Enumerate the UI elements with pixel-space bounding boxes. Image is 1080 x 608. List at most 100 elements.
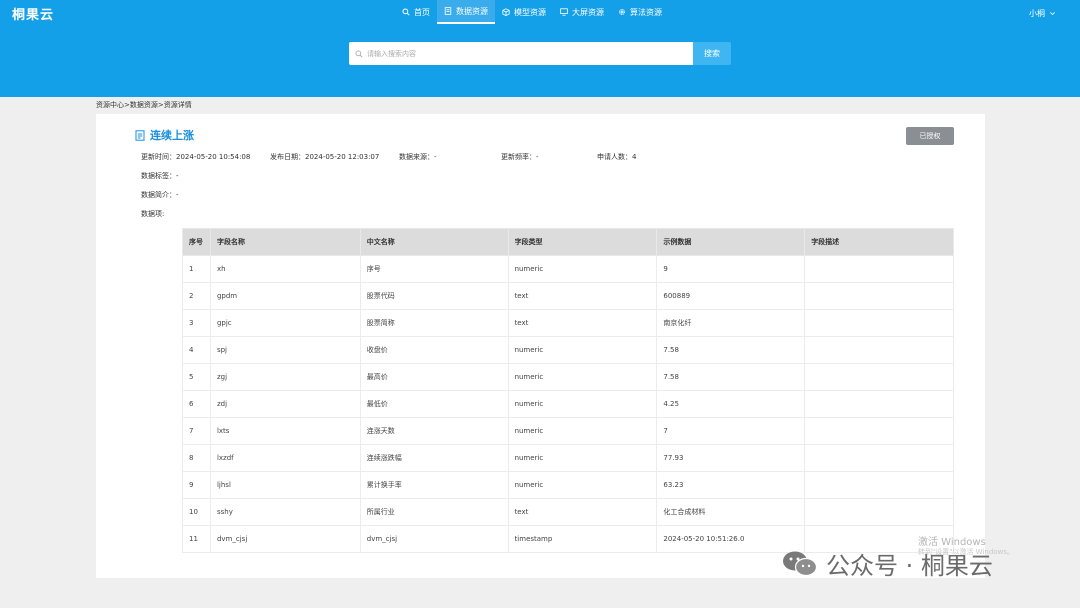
nav-label: 数据资源	[456, 6, 488, 16]
data-source: 数据来源：-	[399, 153, 437, 161]
table-cell: spj	[209, 336, 361, 364]
table-row: 7 lxts 连涨天数 numeric 7	[182, 417, 954, 445]
column-header: 中文名称	[359, 228, 509, 256]
table-cell: 63.23	[656, 471, 806, 499]
table-cell: numeric	[507, 417, 658, 445]
table-cell: 累计换手率	[359, 471, 509, 499]
top-header: 桐果云 首页 数据资源 模型资源 大屏资源 算法资源 小桐 请输入搜索内容 搜索	[0, 0, 1080, 97]
applicant-count: 申请人数：4	[597, 153, 637, 161]
table-cell: zgj	[209, 363, 361, 391]
table-cell: 最高价	[359, 363, 509, 391]
table-cell: 7.58	[656, 363, 806, 391]
chevron-down-icon	[1050, 12, 1055, 16]
table-cell	[804, 309, 954, 337]
cube-icon	[502, 8, 510, 16]
table-row: 8 lxzdf 连续涨跌幅 numeric 77.93	[182, 444, 954, 472]
table-row: 2 gpdm 股票代码 text 600889	[182, 282, 954, 310]
table-cell	[804, 471, 954, 499]
table-cell: 11	[182, 525, 211, 553]
breadcrumb: 资源中心>数据资源>资源详情	[96, 101, 192, 109]
wechat-account-name: 公众号 · 桐果云	[826, 552, 993, 580]
search-box	[349, 42, 693, 65]
table-cell: 8	[182, 444, 211, 472]
column-header: 示例数据	[656, 228, 806, 256]
table-cell: 7	[182, 417, 211, 445]
table-cell: dvm_cjsj	[209, 525, 361, 553]
nav-item-home[interactable]: 首页	[395, 0, 437, 24]
app-logo[interactable]: 桐果云	[12, 4, 54, 23]
data-fields-label: 数据项:	[141, 210, 165, 218]
table-cell: 化工合成材料	[656, 498, 806, 526]
document-icon	[135, 129, 145, 141]
nav-label: 模型资源	[514, 7, 546, 17]
document-icon	[444, 7, 452, 15]
table-cell: 5	[182, 363, 211, 391]
table-cell: 最低价	[359, 390, 509, 418]
table-cell: ljhsl	[209, 471, 361, 499]
table-row: 4 spj 收盘价 numeric 7.58	[182, 336, 954, 364]
nav-item-algorithm-resources[interactable]: 算法资源	[611, 0, 669, 24]
fields-table: 序号 字段名称 中文名称 字段类型 示例数据 字段描述 1 xh 序号 numeric…	[182, 228, 954, 553]
table-cell: 7.58	[656, 336, 806, 364]
table-cell: numeric	[507, 336, 658, 364]
update-frequency: 更新频率：-	[501, 153, 539, 161]
column-header: 字段描述	[804, 228, 954, 256]
table-cell: 股票代码	[359, 282, 509, 310]
page-title: 连续上涨	[150, 129, 194, 142]
table-cell: 4	[182, 336, 211, 364]
search-icon	[402, 8, 410, 16]
column-header: 字段类型	[507, 228, 658, 256]
table-cell: 南京化纤	[656, 309, 806, 337]
table-cell	[804, 336, 954, 364]
table-cell: numeric	[507, 444, 658, 472]
table-cell: sshy	[209, 498, 361, 526]
gear-icon	[619, 9, 625, 15]
table-row: 9 ljhsl 累计换手率 numeric 63.23	[182, 471, 954, 499]
table-cell	[804, 498, 954, 526]
table-cell: xh	[209, 255, 361, 283]
user-name: 小桐	[1029, 9, 1045, 18]
table-cell: text	[507, 498, 658, 526]
table-cell	[804, 255, 954, 283]
search-input[interactable]	[367, 49, 667, 58]
search-icon	[355, 50, 363, 58]
nav-item-screen-resources[interactable]: 大屏资源	[553, 0, 611, 24]
table-cell: 6	[182, 390, 211, 418]
nav-item-model-resources[interactable]: 模型资源	[495, 0, 553, 24]
table-cell: numeric	[507, 471, 658, 499]
table-cell: 连涨天数	[359, 417, 509, 445]
table-cell: 9	[656, 255, 806, 283]
authorized-button[interactable]: 已授权	[906, 127, 954, 145]
table-cell: 10	[182, 498, 211, 526]
data-tags: 数据标签：-	[141, 172, 179, 180]
column-header: 字段名称	[209, 228, 361, 256]
nav-label: 大屏资源	[572, 7, 604, 17]
table-cell: timestamp	[507, 525, 658, 553]
table-cell: dvm_cjsj	[359, 525, 509, 553]
table-cell	[804, 390, 954, 418]
table-cell: 收盘价	[359, 336, 509, 364]
table-body: 1 xh 序号 numeric 9 2 gpdm 股票代码 text 600889 3 gpjc 股票简…	[182, 255, 954, 553]
monitor-icon	[560, 8, 568, 16]
table-cell: 3	[182, 309, 211, 337]
table-cell: 4.25	[656, 390, 806, 418]
search-button[interactable]: 搜索	[693, 42, 731, 65]
table-header-row: 序号 字段名称 中文名称 字段类型 示例数据 字段描述	[182, 228, 954, 256]
table-cell: lxts	[209, 417, 361, 445]
table-cell: gpdm	[209, 282, 361, 310]
user-menu[interactable]: 小桐	[1029, 8, 1056, 19]
nav-label: 首页	[414, 7, 430, 17]
update-time: 更新时间：2024-05-20 10:54:08	[141, 153, 251, 161]
table-cell: 600889	[656, 282, 806, 310]
table-cell	[804, 282, 954, 310]
table-cell: 1	[182, 255, 211, 283]
wechat-watermark: 公众号 · 桐果云	[782, 546, 993, 581]
table-row: 1 xh 序号 numeric 9	[182, 255, 954, 283]
table-cell	[804, 363, 954, 391]
nav-item-data-resources[interactable]: 数据资源	[437, 0, 495, 24]
table-cell: numeric	[507, 255, 658, 283]
table-cell: 连续涨跌幅	[359, 444, 509, 472]
table-row: 10 sshy 所属行业 text 化工合成材料	[182, 498, 954, 526]
search-bar: 搜索	[349, 42, 731, 65]
table-cell: text	[507, 309, 658, 337]
